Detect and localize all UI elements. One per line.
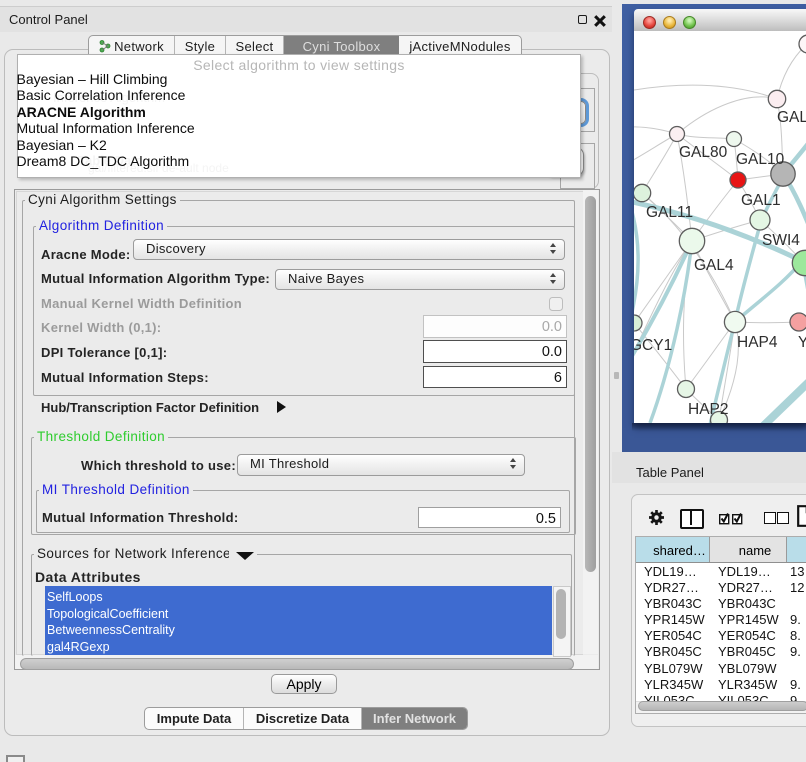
svg-text:GCY1: GCY1 (634, 337, 672, 354)
svg-text:GAL11: GAL11 (646, 204, 693, 221)
svg-text:YM: YM (798, 334, 806, 351)
svg-text:GAL1: GAL1 (741, 192, 781, 209)
svg-text:GAL7: GAL7 (777, 109, 806, 126)
svg-text:HAP4: HAP4 (737, 334, 778, 351)
svg-text:GAL4: GAL4 (694, 257, 734, 274)
svg-text:GAL80: GAL80 (679, 144, 728, 161)
svg-text:SWI4: SWI4 (762, 232, 800, 249)
svg-text:HAP2: HAP2 (688, 401, 729, 418)
svg-text:GAL10: GAL10 (736, 151, 785, 168)
